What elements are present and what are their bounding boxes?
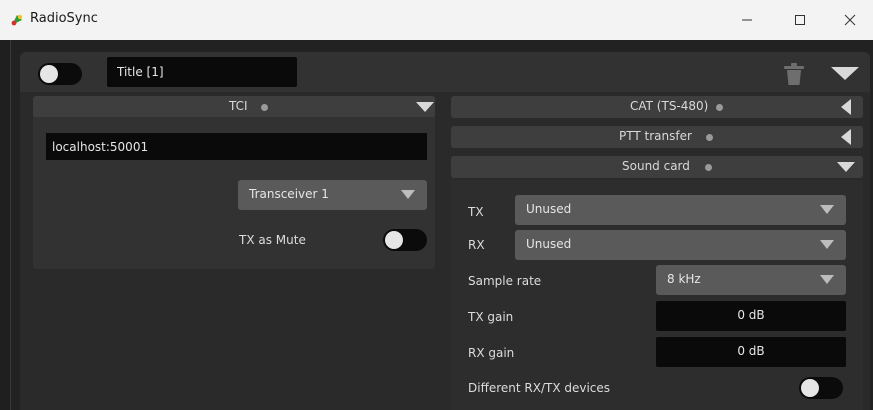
chevron-down-icon [401, 190, 415, 199]
rx-gain-label: RX gain [468, 346, 515, 360]
maximize-button[interactable] [775, 0, 825, 40]
sound-card-section-label: Sound card [622, 159, 690, 173]
tx-as-mute-toggle[interactable] [383, 229, 427, 251]
different-devices-toggle[interactable] [799, 377, 843, 399]
tci-address-input[interactable] [46, 133, 427, 160]
window-titlebar: RadioSync [0, 0, 873, 40]
sound-card-status-dot [705, 164, 712, 171]
cat-section-header[interactable]: CAT (TS-480) [451, 96, 863, 118]
transceiver-value: Transceiver 1 [249, 187, 329, 201]
tci-section-header[interactable]: TCI [33, 96, 435, 118]
trash-icon[interactable] [783, 62, 805, 86]
radio-sync-logo-icon [11, 14, 23, 26]
toggle-knob [801, 379, 819, 397]
tx-gain-field[interactable]: 0 dB [656, 301, 846, 331]
rx-gain-value: 0 dB [737, 344, 765, 358]
chevron-left-icon [841, 129, 851, 145]
tci-status-dot [261, 104, 268, 111]
minimize-icon [742, 19, 752, 21]
chevron-down-icon [820, 240, 834, 249]
chevron-left-icon [841, 99, 851, 115]
sample-rate-label: Sample rate [468, 274, 542, 288]
chevron-down-icon [820, 205, 834, 214]
maximize-icon [795, 15, 805, 25]
toggle-knob [385, 231, 403, 249]
rx-device-label: RX [468, 238, 485, 252]
chevron-down-icon[interactable] [828, 64, 862, 82]
cat-section-label: CAT (TS-480) [630, 99, 709, 113]
tx-gain-value: 0 dB [737, 308, 765, 322]
transceiver-dropdown[interactable]: Transceiver 1 [238, 180, 427, 210]
window-title: RadioSync [30, 11, 98, 26]
rx-device-value: Unused [526, 237, 572, 251]
different-devices-label: Different RX/TX devices [468, 381, 611, 395]
cat-status-dot [716, 104, 723, 111]
instance-enable-toggle[interactable] [38, 63, 82, 85]
tci-section-label: TCI [229, 99, 248, 113]
close-button[interactable] [825, 0, 873, 40]
chevron-down-icon [820, 275, 834, 284]
tx-device-value: Unused [526, 202, 572, 216]
tx-device-dropdown[interactable]: Unused [515, 195, 846, 225]
toggle-knob [40, 65, 58, 83]
sample-rate-dropdown[interactable]: 8 kHz [656, 265, 846, 295]
sound-card-section-header[interactable]: Sound card [451, 156, 863, 178]
ptt-status-dot [706, 134, 713, 141]
close-icon [844, 14, 856, 26]
rx-gain-field[interactable]: 0 dB [656, 337, 846, 367]
tx-device-label: TX [468, 205, 484, 219]
sample-rate-value: 8 kHz [667, 272, 701, 286]
tx-as-mute-label: TX as Mute [239, 233, 306, 247]
chevron-down-icon [416, 102, 434, 112]
instance-title-input[interactable] [107, 57, 297, 87]
tx-gain-label: TX gain [468, 310, 514, 324]
chevron-down-icon [837, 162, 855, 172]
minimize-button[interactable] [722, 0, 772, 40]
ptt-section-label: PTT transfer [619, 129, 692, 143]
ptt-section-header[interactable]: PTT transfer [451, 126, 863, 148]
rx-device-dropdown[interactable]: Unused [515, 230, 846, 260]
